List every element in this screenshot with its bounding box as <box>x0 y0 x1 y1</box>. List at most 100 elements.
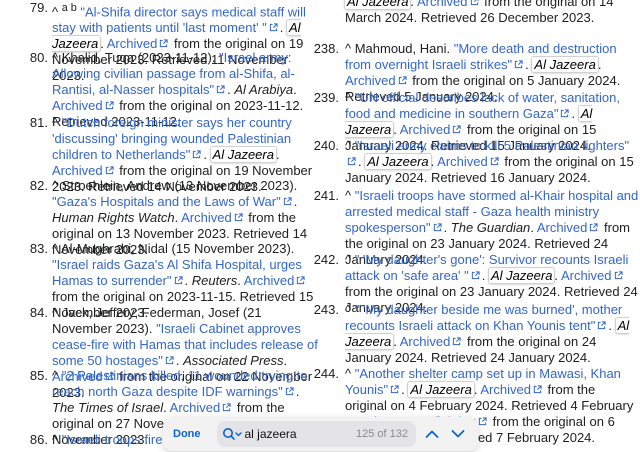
reference-item: 243. ^ " 'My daughter beside me was burne… <box>300 302 640 366</box>
citation-title-link[interactable]: "Israeli army claims to kill 5 Palestini… <box>355 138 629 153</box>
external-link-icon <box>452 334 461 346</box>
publisher: Al Arabiya <box>234 82 294 97</box>
external-link-icon <box>283 194 292 206</box>
publisher: The Guardian <box>450 220 531 235</box>
archived-link[interactable]: Archived <box>181 210 232 225</box>
separator: . <box>203 147 211 162</box>
archived-link[interactable]: Archived <box>480 382 531 397</box>
external-link-icon <box>216 82 225 94</box>
external-link-icon <box>597 318 606 330</box>
reference-number: 242. <box>313 252 339 267</box>
search-match-highlight: Al Jazeera <box>532 57 598 72</box>
search-match-highlight: Al Jazeera <box>365 154 431 169</box>
search-match-highlight: Al Jazeera <box>345 0 411 9</box>
reference-number: 239. <box>313 90 339 105</box>
external-link-icon <box>470 0 479 6</box>
find-in-page-bar: Done al jazeera 125 of 132 <box>163 417 478 451</box>
citation-author: ^ <box>52 4 62 20</box>
citation-title-link[interactable]: " 'My daughter beside me was burned', mo… <box>345 302 622 333</box>
separator: . <box>597 57 602 72</box>
archived-link[interactable]: Archived <box>537 220 588 235</box>
external-link-icon <box>452 122 461 134</box>
external-link-icon <box>285 384 294 396</box>
reference-number: 81. <box>29 115 48 130</box>
citation-author: ^ <box>52 368 62 383</box>
reference-number: 84. <box>29 305 48 320</box>
external-link-icon <box>433 220 442 232</box>
external-link-icon <box>533 382 542 394</box>
reference-text: ^ " 'My daughter beside me was burned', … <box>345 302 640 366</box>
citation-author: ^ Stroehlein, Andrew (13 November 2023). <box>52 178 298 193</box>
reference-number: 240. <box>313 138 339 153</box>
archived-link[interactable]: Archived <box>345 73 396 88</box>
citation-title-link[interactable]: "Al-Shifa director says medical staff wi… <box>52 4 306 35</box>
citation-title-link[interactable]: "Gaza's Hospitals and the Laws of War" <box>52 194 281 209</box>
separator: . <box>175 353 184 368</box>
reference-number: 83. <box>29 241 48 256</box>
citation-author: ^ Mahmoud, Hani. <box>345 41 454 56</box>
external-link-icon <box>398 73 407 85</box>
archived-link[interactable]: Archived <box>417 0 468 9</box>
citation-author: ^ Al-Mughrabi, Nidal (15 November 2023). <box>52 241 295 256</box>
external-link-icon <box>589 220 598 232</box>
archived-link[interactable]: Archived <box>400 334 451 349</box>
next-match-button[interactable] <box>448 424 468 444</box>
archived-link[interactable]: Archived <box>170 400 221 415</box>
separator: . <box>279 20 288 36</box>
separator: . <box>608 318 616 333</box>
separator: . <box>184 273 192 288</box>
previous-match-button[interactable] <box>422 424 442 444</box>
citation-author: ^ <box>345 90 355 105</box>
external-link-icon <box>105 98 114 110</box>
publisher: The Times of Israel <box>52 400 164 415</box>
done-button[interactable]: Done <box>173 428 201 440</box>
external-link-icon <box>347 154 356 166</box>
separator: . <box>481 268 489 283</box>
reference-text: ^ "Israeli army claims to kill 5 Palesti… <box>345 138 640 186</box>
reference-number: 86. <box>29 432 48 447</box>
publisher: Associated Press <box>183 353 284 368</box>
archived-link[interactable]: Archived <box>52 98 103 113</box>
publisher: Human Rights Watch <box>52 210 175 225</box>
external-link-icon <box>269 20 278 32</box>
find-query-input[interactable]: al jazeera <box>243 426 357 442</box>
archived-link[interactable]: Archived <box>437 154 488 169</box>
archived-link[interactable]: Archived <box>561 268 612 283</box>
reference-number: 243. <box>313 302 339 317</box>
citation-author: ^ <box>345 252 355 267</box>
archived-link[interactable]: Archived <box>244 273 295 288</box>
external-link-icon <box>222 400 231 412</box>
separator: . <box>293 82 297 97</box>
external-link-icon <box>192 147 201 159</box>
reference-number: 238. <box>313 41 339 56</box>
reference-number: 244. <box>313 366 339 381</box>
citation-author: ^ <box>52 115 62 130</box>
citation-author: ^ <box>345 188 355 203</box>
external-link-icon <box>614 268 623 280</box>
search-match-highlight: Al Jazeera <box>489 268 555 283</box>
citation-author: ^ <box>52 432 62 447</box>
reference-item: 240. ^ "Israeli army claims to kill 5 Pal… <box>300 138 640 186</box>
reference-number: 79. <box>29 0 48 15</box>
reference-number: 241. <box>313 188 339 203</box>
external-link-icon <box>165 353 174 365</box>
archived-link[interactable]: Archived <box>52 163 103 178</box>
chevron-up-icon <box>425 430 439 438</box>
external-link-icon <box>471 268 480 280</box>
reference-number: 85. <box>29 368 48 383</box>
search-match-highlight: Al Jazeera <box>408 382 474 397</box>
archived-link[interactable]: Archived <box>400 122 451 137</box>
search-match-highlight: Al Jazeera <box>210 147 276 162</box>
citation-title-link[interactable]: "2 Palestinians killed, 11 wounded tryin… <box>52 368 307 399</box>
external-link-icon <box>560 106 570 118</box>
separator: . <box>275 147 280 162</box>
reference-number: 80. <box>29 50 48 65</box>
reference-text: Al Jazeera. Archived from the original o… <box>345 0 640 26</box>
separator: . <box>443 220 451 235</box>
publisher: Reuters <box>191 273 238 288</box>
separator: . <box>571 106 579 121</box>
find-search-field[interactable]: al jazeera 125 of 132 <box>216 421 416 447</box>
backlink-sup[interactable]: a b <box>62 2 77 14</box>
external-link-icon <box>490 154 499 166</box>
search-icon[interactable] <box>221 425 243 443</box>
